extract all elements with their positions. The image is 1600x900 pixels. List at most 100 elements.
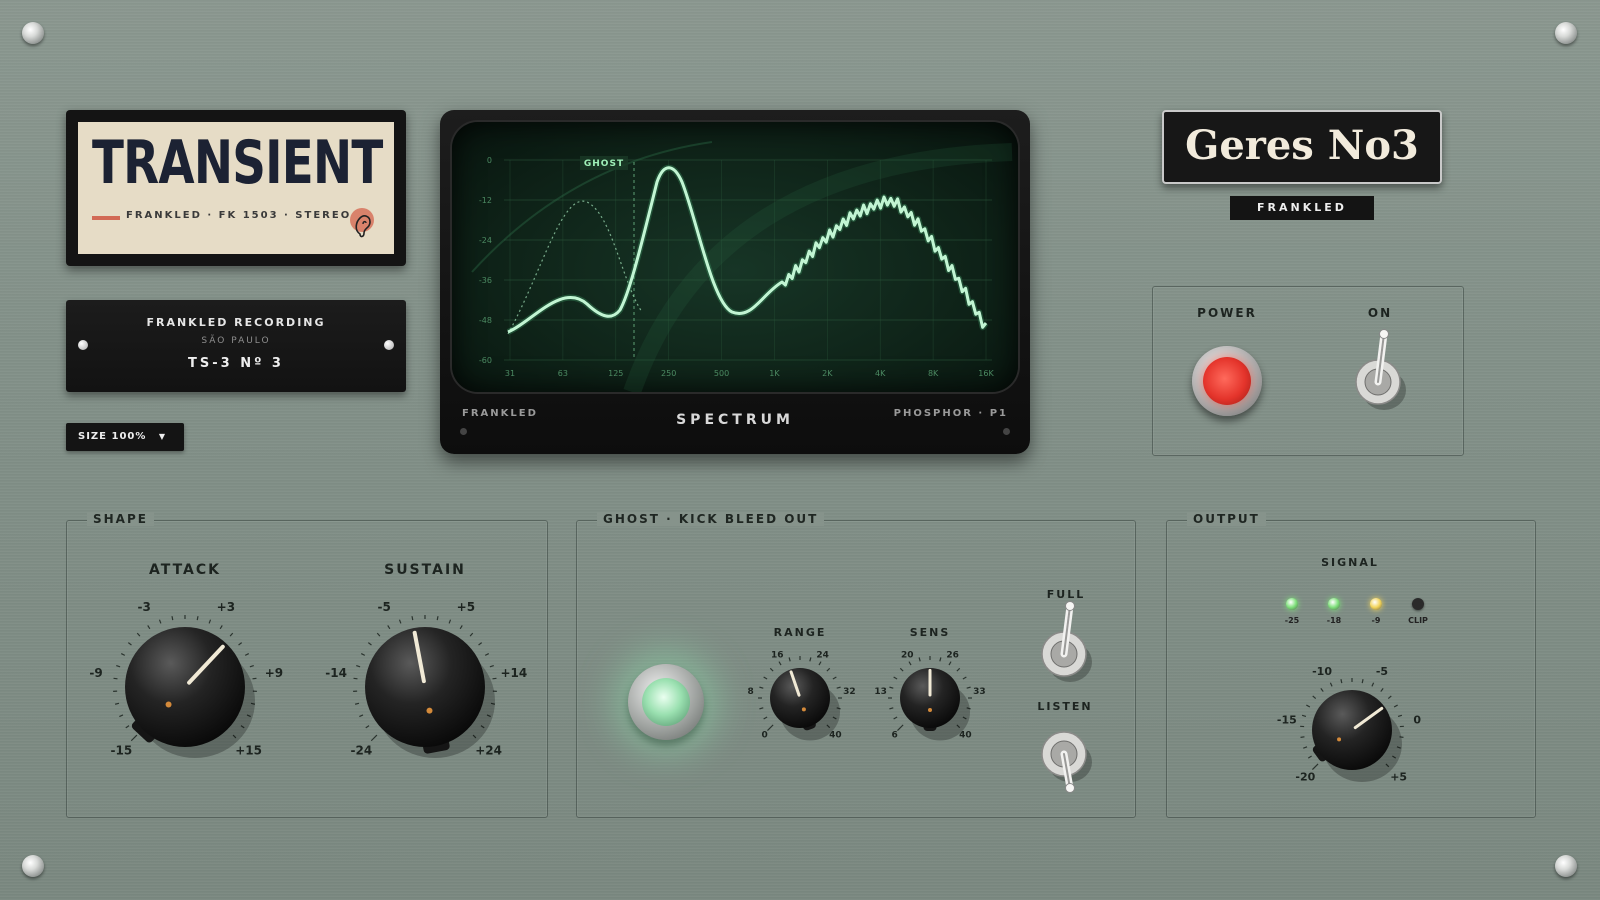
ghost-button[interactable] (628, 664, 704, 740)
listen-toggle[interactable] (1038, 718, 1094, 818)
knob-tick (1340, 679, 1343, 684)
spectrum-plot: 0 -12 -24 -36 -48 -60 31 63 125 250 500 1K 2K 4K 8K 16K… (471, 141, 1013, 392)
knob-scale-label: 26 (946, 650, 959, 660)
knob-tick (893, 716, 898, 720)
sens-knob[interactable]: 6 13 20 26 33 40 (870, 640, 990, 750)
freq-tick-label: 31 (505, 369, 515, 378)
knob-tick (889, 686, 894, 689)
spectrum-monitor: 0 -12 -24 -36 -48 -60 31 63 125 250 500 1K 2K 4K 8K 16K… (440, 110, 1030, 454)
knob-tick (484, 653, 490, 656)
size-dropdown[interactable]: SIZE 100% ▼ (66, 423, 184, 451)
plate-maker: FRANKLED RECORDING (146, 316, 326, 329)
plugin-panel: TRANSIENT FRANKLED · FK 1503 · STEREO FR… (0, 0, 1600, 900)
shape-section-label: SHAPE (87, 512, 154, 526)
knob-tick (120, 653, 126, 656)
db-tick-label: 0 (487, 156, 492, 165)
signal-led-label: -18 (1326, 616, 1342, 625)
db-tick-label: -36 (479, 276, 492, 285)
knob-tick (1312, 695, 1317, 700)
range-knob[interactable]: 0 8 16 24 32 40 (740, 640, 860, 750)
knob-tick (1361, 679, 1364, 684)
ghost-tag: GHOST (584, 159, 624, 169)
knob-tick (356, 665, 361, 668)
brand-maker: FRANKLED (1230, 196, 1374, 220)
product-title: TRANSIENT (92, 128, 383, 198)
signal-label: SIGNAL (1321, 556, 1379, 569)
knob-tick (1306, 704, 1311, 708)
knob-tick (956, 667, 961, 672)
attack-knob[interactable]: -15 -9 -3 +3 +9 +15 (65, 585, 305, 785)
knob-tick (370, 734, 378, 742)
screw-icon (1003, 428, 1010, 435)
chevron-down-icon: ▼ (158, 432, 167, 441)
knob-tick (354, 702, 360, 705)
knob-scale-label: 13 (874, 687, 887, 697)
knob-tick (759, 686, 764, 689)
screw-icon (22, 855, 44, 877)
freq-tick-label: 63 (558, 369, 568, 378)
knob-tick (939, 657, 942, 662)
knob-tick (759, 707, 764, 710)
knob-tick (365, 725, 370, 729)
knob-tick (918, 657, 921, 662)
knob-tick (114, 702, 120, 705)
ghost-curve (507, 200, 643, 335)
signal-led-label: -9 (1371, 616, 1381, 625)
knob-tick (411, 616, 414, 621)
knob-tick (778, 661, 782, 666)
power-button[interactable] (1192, 346, 1262, 416)
logo-label: TRANSIENT FRANKLED · FK 1503 · STEREO (78, 122, 394, 254)
serial-plate: FRANKLED RECORDING SÃO PAULO TS-3 Nº 3 (66, 300, 406, 392)
knob-tick (1380, 688, 1384, 692)
ghost-section-label: GHOST · KICK BLEED OUT (597, 512, 825, 526)
signal-led-label: -25 (1284, 616, 1300, 625)
knob-scale-label: +24 (475, 744, 502, 758)
knob-tick (763, 676, 768, 680)
knob-tick (127, 642, 132, 646)
db-tick-label: -24 (479, 236, 492, 245)
knob-tick (769, 667, 774, 672)
knob-scale-label: 0 (762, 730, 768, 740)
knob-tick (367, 642, 372, 646)
knob-tick (1371, 682, 1375, 687)
knob-tick (196, 616, 199, 621)
knob-tick (908, 661, 912, 666)
knob-scale-label: +14 (501, 666, 528, 680)
knob-tick (136, 632, 141, 637)
plate-city: SÃO PAULO (201, 336, 271, 346)
knob-tick (767, 724, 774, 731)
db-tick-label: -60 (479, 356, 492, 365)
knob-tick (398, 619, 402, 624)
knob-tick (1387, 695, 1392, 700)
knob-scale-label: +15 (235, 744, 262, 758)
knob-tick (116, 665, 121, 668)
output-knob[interactable]: -20 -15 -10 -5 0 +5 (1268, 652, 1436, 792)
knob-scale-label: -14 (325, 666, 347, 680)
knob-scale-label: 0 (1413, 714, 1421, 727)
knob-tick (147, 625, 151, 630)
knob-tick (130, 734, 138, 742)
product-logo: TRANSIENT FRANKLED · FK 1503 · STEREO (66, 110, 406, 266)
signal-led-label: CLIP (1408, 616, 1428, 625)
knob-scale-label: +5 (1390, 771, 1407, 784)
sustain-label: SUSTAIN (384, 562, 466, 578)
knob-scale-label: -15 (1277, 714, 1297, 727)
knob-scale-label: -24 (351, 744, 373, 758)
signal-led-2 (1328, 598, 1340, 610)
knob-scale-label: -5 (1376, 665, 1388, 678)
knob-tick (1393, 704, 1398, 708)
size-label: SIZE 100% (78, 431, 147, 442)
freq-tick-label: 2K (822, 369, 833, 378)
knob-tick (459, 625, 463, 630)
knob-tick (244, 653, 250, 656)
knob-tick (208, 619, 212, 624)
knob-scale-label: +9 (265, 666, 283, 680)
power-label: POWER (1197, 306, 1257, 320)
logo-accent-bar (92, 216, 120, 220)
on-toggle[interactable] (1352, 318, 1408, 418)
screw-icon (460, 428, 467, 435)
knob-tick (125, 725, 130, 729)
full-toggle[interactable] (1038, 600, 1094, 690)
knob-scale-label: -9 (89, 666, 102, 680)
sustain-knob[interactable]: -24 -14 -5 +5 +14 +24 (305, 585, 545, 785)
